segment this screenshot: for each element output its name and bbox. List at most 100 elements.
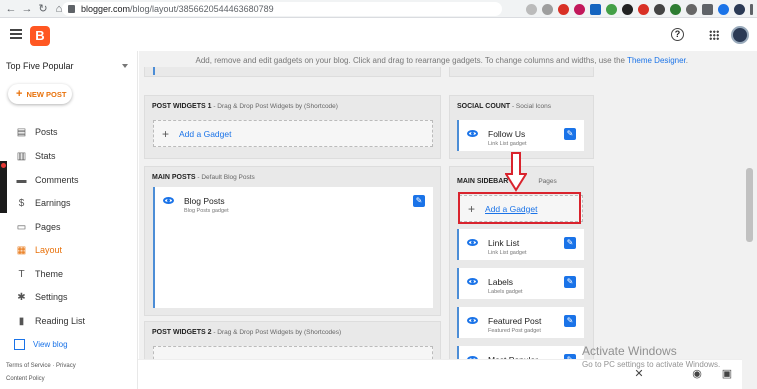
theme-icon: T bbox=[18, 268, 25, 280]
screen-recorder-overlay[interactable] bbox=[0, 161, 7, 213]
sidebar-item-label: Posts bbox=[35, 127, 58, 137]
section-title: SOCIAL COUNT - Social Icons bbox=[457, 103, 551, 110]
gadget-type: Link List gadget bbox=[488, 141, 527, 147]
section-title: POST WIDGETS 1 - Drag & Drop Post Widget… bbox=[152, 103, 338, 110]
gadget-name: Featured Post bbox=[488, 316, 542, 326]
new-badge-icon[interactable] bbox=[590, 3, 601, 15]
sidebar-item-label: Earnings bbox=[35, 198, 71, 208]
sidebar-item-comments[interactable]: ▬ Comments bbox=[0, 169, 138, 191]
edit-pencil-icon[interactable]: ✎ bbox=[564, 276, 576, 288]
gadget-labels[interactable]: Labels Labels gadget ✎ bbox=[457, 268, 584, 299]
new-post-button[interactable]: + NEW POST bbox=[8, 84, 72, 104]
layout-editor: Add, remove and edit gadgets on your blo… bbox=[139, 51, 742, 389]
gadget-type: Featured Post gadget bbox=[488, 328, 541, 334]
extension-icon[interactable] bbox=[574, 3, 585, 15]
terms-link[interactable]: Terms of Service bbox=[6, 363, 51, 369]
profile-icon[interactable] bbox=[734, 3, 745, 15]
sidebar-item-settings[interactable]: ✱ Settings bbox=[0, 286, 138, 308]
header-panel-right bbox=[449, 67, 594, 77]
sidebar-item-label: Theme bbox=[35, 269, 64, 279]
gadget-link-list[interactable]: Link List Link List gadget ✎ bbox=[457, 229, 584, 260]
gadget-type: Link List gadget bbox=[488, 250, 527, 256]
edit-pencil-icon[interactable]: ✎ bbox=[564, 237, 576, 249]
eye-icon[interactable] bbox=[467, 278, 478, 285]
privacy-link[interactable]: Privacy bbox=[56, 363, 76, 369]
gadget-name: Blog Posts bbox=[184, 196, 225, 206]
eye-icon[interactable] bbox=[467, 239, 478, 246]
section-subtitle: - Drag & Drop Post Widgets by (Shortcode… bbox=[211, 329, 342, 336]
drag-handle[interactable] bbox=[153, 67, 155, 75]
avatar[interactable] bbox=[731, 26, 749, 44]
save-icon[interactable]: ▣ bbox=[721, 368, 733, 380]
address-bar[interactable]: blogger.com/blog/layout/3856620544463680… bbox=[62, 2, 502, 16]
intro-end: . bbox=[685, 56, 688, 65]
scrollbar-thumb[interactable] bbox=[746, 168, 753, 242]
sidebar-item-label: Settings bbox=[35, 292, 68, 302]
footer-links: Terms of Service · Privacy Content Polic… bbox=[6, 360, 76, 386]
star-icon[interactable] bbox=[542, 3, 553, 15]
sidebar-item-label: Comments bbox=[35, 175, 79, 185]
help-icon[interactable]: ? bbox=[671, 28, 684, 41]
sidebar-item-stats[interactable]: ▥ Stats bbox=[0, 145, 138, 167]
sidebar-item-theme[interactable]: T Theme bbox=[0, 263, 138, 285]
puzzle-icon[interactable] bbox=[702, 3, 713, 15]
add-gadget-label: Add a Gadget bbox=[179, 128, 232, 139]
extension-icon[interactable] bbox=[622, 3, 633, 15]
gadget-featured-post[interactable]: Featured Post Featured Post gadget ✎ bbox=[457, 307, 584, 338]
sidebar-item-reading-list[interactable]: ▮ Reading List bbox=[0, 310, 138, 332]
extension-icon[interactable] bbox=[718, 3, 729, 15]
settings-icon: ✱ bbox=[17, 291, 26, 303]
menu-icon[interactable] bbox=[750, 3, 753, 15]
sidebar-item-label: Stats bbox=[35, 151, 56, 161]
extension-icon[interactable] bbox=[654, 3, 665, 15]
gadget-type: Blog Posts gadget bbox=[184, 208, 229, 214]
social-count-section: SOCIAL COUNT - Social Icons Follow Us Li… bbox=[449, 95, 594, 159]
forward-icon[interactable]: → bbox=[20, 2, 34, 16]
sidebar-item-pages[interactable]: ▭ Pages bbox=[0, 216, 138, 238]
new-post-label: NEW POST bbox=[26, 89, 67, 99]
annotation-arrow-down-icon bbox=[505, 152, 527, 192]
extension-icon[interactable] bbox=[606, 3, 617, 15]
extension-icon[interactable] bbox=[670, 3, 681, 15]
back-icon[interactable]: ← bbox=[4, 2, 18, 16]
comments-icon: ▬ bbox=[16, 174, 27, 186]
layout-icon: ▦ bbox=[16, 244, 27, 256]
add-gadget-button[interactable]: + Add a Gadget bbox=[153, 120, 433, 147]
sidebar-item-layout[interactable]: ▦ Layout bbox=[0, 239, 138, 261]
blogger-logo[interactable]: B bbox=[30, 26, 50, 46]
close-icon[interactable]: ✕ bbox=[633, 368, 645, 380]
edit-pencil-icon[interactable]: ✎ bbox=[413, 195, 425, 207]
eye-icon[interactable] bbox=[163, 197, 174, 204]
gadget-follow-us[interactable]: Follow Us Link List gadget ✎ bbox=[457, 120, 584, 151]
eye-icon[interactable] bbox=[467, 130, 478, 137]
theme-designer-link[interactable]: Theme Designer bbox=[627, 56, 686, 65]
gadget-type: Labels gadget bbox=[488, 289, 523, 295]
blog-selector[interactable]: Top Five Popular bbox=[6, 61, 128, 71]
open-external-icon bbox=[14, 339, 25, 350]
gadget-name: Link List bbox=[488, 238, 520, 248]
sidebar-item-label: Layout bbox=[35, 245, 63, 255]
preview-eye-icon[interactable]: ◉ bbox=[691, 368, 703, 380]
zoom-icon[interactable] bbox=[526, 3, 537, 15]
stats-icon: ▥ bbox=[16, 150, 27, 162]
intro-body: Add, remove and edit gadgets on your blo… bbox=[195, 56, 625, 65]
earnings-icon: $ bbox=[18, 197, 25, 209]
eye-icon[interactable] bbox=[467, 317, 478, 324]
edit-pencil-icon[interactable]: ✎ bbox=[564, 128, 576, 140]
sidebar-item-earnings[interactable]: $ Earnings bbox=[0, 192, 138, 214]
hamburger-icon[interactable] bbox=[10, 29, 22, 39]
reload-icon[interactable]: ↻ bbox=[36, 2, 50, 16]
sidebar: Top Five Popular + NEW POST ▤ Posts ▥ Stat… bbox=[0, 51, 138, 389]
pinterest-icon[interactable] bbox=[558, 3, 569, 15]
extension-icon[interactable] bbox=[638, 3, 649, 15]
sidebar-item-posts[interactable]: ▤ Posts bbox=[0, 121, 138, 143]
apps-grid-icon[interactable] bbox=[709, 30, 719, 40]
posts-icon: ▤ bbox=[16, 126, 27, 138]
extension-icon[interactable] bbox=[686, 3, 697, 15]
section-title: POST WIDGETS 2 - Drag & Drop Post Widget… bbox=[152, 329, 341, 336]
edit-pencil-icon[interactable]: ✎ bbox=[564, 315, 576, 327]
section-subtitle: Pages bbox=[538, 178, 557, 185]
gadget-blog-posts[interactable]: Blog Posts Blog Posts gadget ✎ bbox=[153, 187, 433, 308]
view-blog-link[interactable]: View blog bbox=[14, 339, 68, 350]
content-policy-link[interactable]: Content Policy bbox=[6, 376, 45, 382]
